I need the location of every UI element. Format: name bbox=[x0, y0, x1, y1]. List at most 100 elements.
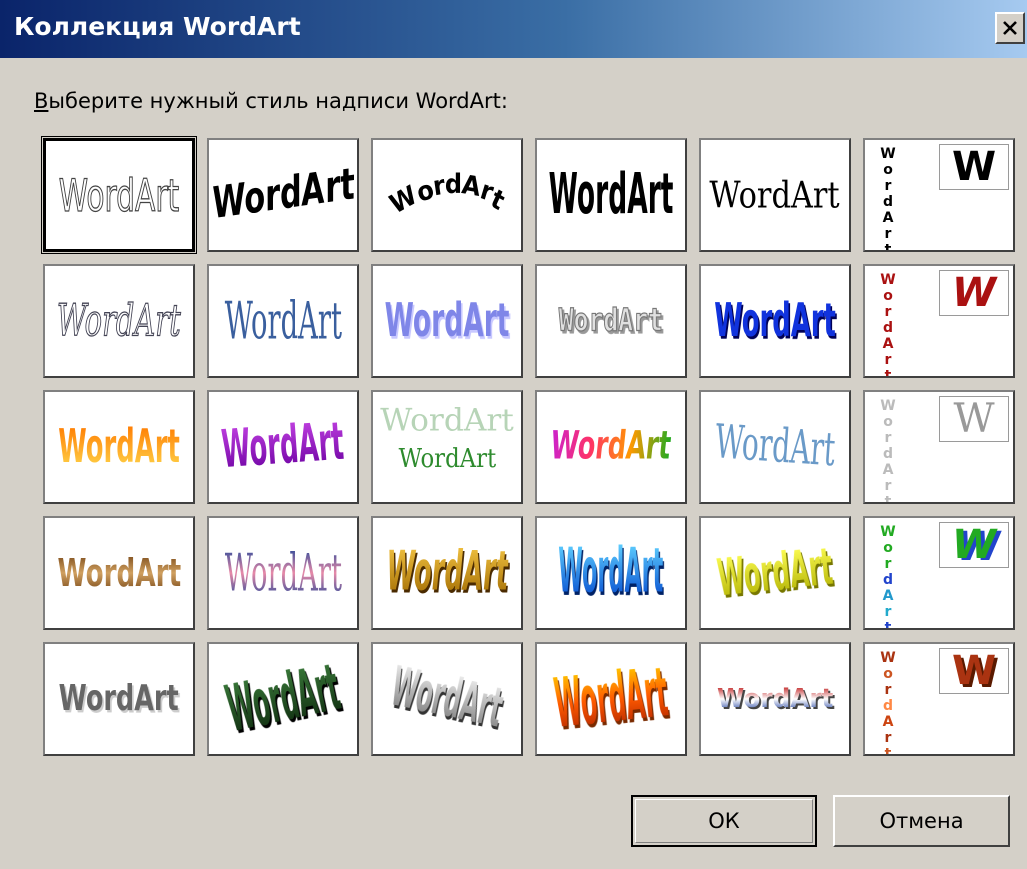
ok-button-label: ОК bbox=[708, 809, 740, 833]
wordart-tile: WordArt bbox=[535, 516, 687, 630]
wordart-sample: WordArt bbox=[537, 167, 685, 223]
wordart-style-cyan-blue-wave[interactable]: WordArt bbox=[530, 511, 694, 637]
wordart-sample: WordArt bbox=[385, 169, 510, 220]
wordart-style-vertical-red[interactable]: WordArt W bbox=[858, 259, 1022, 385]
wordart-text: WordArt bbox=[57, 295, 182, 347]
wordart-style-arch-up-black[interactable]: WordArt bbox=[202, 133, 366, 259]
wordart-tile: WordArt bbox=[371, 642, 523, 756]
w-preview: W bbox=[939, 396, 1009, 442]
wordart-style-italic-outline-gray[interactable]: WordArt bbox=[38, 259, 202, 385]
wordart-style-blue-navy[interactable]: WordArt bbox=[694, 259, 858, 385]
wordart-text: WordArt bbox=[386, 541, 508, 603]
wordart-tile: WordArtW bbox=[863, 390, 1015, 504]
wordart-sample: WordArt bbox=[537, 654, 685, 744]
wordart-style-rainbow-perspective[interactable]: WordArt bbox=[530, 385, 694, 511]
wordart-style-serif-slant-black[interactable]: WordArt bbox=[694, 133, 858, 259]
wordart-style-tall-black[interactable]: WordArt bbox=[530, 133, 694, 259]
vertical-letter: o bbox=[883, 540, 893, 556]
vertical-wordart: WordArt bbox=[879, 524, 897, 630]
wordart-style-light-blue-serif[interactable]: WordArt bbox=[694, 385, 858, 511]
wordart-text: WordArt bbox=[208, 160, 358, 229]
wordart-tile: WordArt bbox=[699, 138, 851, 252]
vertical-wordart: WordArt bbox=[879, 272, 897, 378]
wordart-text: WordArt bbox=[558, 303, 664, 339]
wordart-tile: WordArt bbox=[207, 390, 359, 504]
wordart-sample: WordArt bbox=[46, 298, 192, 344]
wordart-sample: WordArt bbox=[45, 424, 193, 470]
wordart-tile: WordArt bbox=[43, 390, 195, 504]
wordart-sample: WordArt bbox=[209, 412, 357, 480]
wordart-style-gold-3d[interactable]: WordArt bbox=[366, 511, 530, 637]
vertical-letter: r bbox=[884, 556, 892, 572]
vertical-wordart: WordArt bbox=[879, 398, 897, 502]
wordart-style-orange-fire-3d[interactable]: WordArt bbox=[530, 637, 694, 763]
wordart-tile: WordArt bbox=[43, 516, 195, 630]
wordart-style-red-white-blue[interactable]: WordArt bbox=[694, 637, 858, 763]
vertical-letter: t bbox=[884, 620, 892, 630]
w-preview: W bbox=[939, 270, 1009, 316]
wordart-style-orange-gradient[interactable]: WordArt bbox=[38, 385, 202, 511]
title-bar[interactable]: Коллекция WordArt bbox=[0, 0, 1027, 58]
wordart-style-dark-green-3d[interactable]: WordArt bbox=[202, 637, 366, 763]
vertical-letter: A bbox=[882, 210, 894, 226]
wordart-style-bold-lavender[interactable]: WordArt bbox=[366, 259, 530, 385]
wordart-text: WordArt bbox=[713, 415, 837, 478]
wordart-style-brown-wood[interactable]: WordArt bbox=[38, 511, 202, 637]
wordart-sample: WordArt bbox=[714, 686, 836, 712]
wordart-tile: WordArt bbox=[535, 390, 687, 504]
wordart-tile: WordArt bbox=[371, 264, 523, 378]
wordart-style-vertical-black[interactable]: WordArtW bbox=[858, 133, 1022, 259]
vertical-letter: o bbox=[883, 288, 893, 304]
wordart-tile: WordArt bbox=[699, 390, 851, 504]
wordart-style-arch-black[interactable]: WordArt bbox=[366, 133, 530, 259]
prompt-text: ыберите нужный стиль надписи WordArt: bbox=[48, 89, 508, 113]
vertical-letter: W bbox=[880, 524, 896, 540]
wordart-style-silver-3d-slant[interactable]: WordArt bbox=[366, 637, 530, 763]
wordart-text: WordArt bbox=[220, 651, 346, 747]
ok-button[interactable]: ОК bbox=[631, 795, 817, 847]
wordart-style-green-reflection[interactable]: WordArt WordArt bbox=[366, 385, 530, 511]
vertical-letter: o bbox=[883, 414, 893, 430]
wordart-sample: WordArt bbox=[556, 303, 666, 339]
wordart-tile: WordArtW bbox=[863, 642, 1015, 756]
wordart-style-outline-gray[interactable]: WordArt bbox=[38, 133, 202, 259]
wordart-style-vertical-brown-red[interactable]: WordArtW bbox=[858, 637, 1022, 763]
wordart-style-gray-shadow[interactable]: WordArt bbox=[38, 637, 202, 763]
wordart-style-vertical-silver[interactable]: WordArtW bbox=[858, 385, 1022, 511]
vertical-letter: W bbox=[880, 398, 896, 414]
wordart-style-pink-blue-serif[interactable]: WordArt bbox=[202, 511, 366, 637]
wordart-style-silver-outline[interactable]: WordArt bbox=[530, 259, 694, 385]
wordart-tile: WordArt bbox=[207, 642, 359, 756]
wordart-sample: WordArt bbox=[373, 657, 521, 740]
wordart-sample: WordArt bbox=[52, 172, 186, 218]
wordart-text: WordArt bbox=[709, 173, 841, 217]
wordart-sample: WordArt bbox=[209, 160, 357, 229]
vertical-letter: d bbox=[882, 698, 894, 714]
close-icon bbox=[1003, 21, 1017, 35]
vertical-letter: t bbox=[884, 746, 892, 756]
wordart-text: WordArt bbox=[714, 294, 836, 348]
wordart-gallery-dialog: Коллекция WordArt Выберите нужный стиль … bbox=[0, 0, 1027, 869]
wordart-sample: WordArt bbox=[706, 173, 843, 217]
wordart-style-yellow-wave[interactable]: WordArt bbox=[694, 511, 858, 637]
vertical-wordart: WordArt bbox=[879, 650, 897, 756]
wordart-style-serif-blue[interactable]: WordArt bbox=[202, 259, 366, 385]
vertical-letter: W bbox=[880, 650, 896, 666]
wordart-sample: WordArt bbox=[209, 651, 357, 746]
vertical-letter: A bbox=[882, 588, 894, 604]
wordart-tile: WordArt bbox=[43, 642, 195, 756]
wordart-style-vertical-green-blue[interactable]: WordArtW bbox=[858, 511, 1022, 637]
wordart-text: WordArt bbox=[548, 162, 674, 228]
wordart-sample: WordArt bbox=[48, 677, 189, 720]
vertical-letter: r bbox=[884, 682, 892, 698]
wordart-text: WordArt bbox=[58, 677, 180, 720]
cancel-button[interactable]: Отмена bbox=[833, 795, 1010, 847]
vertical-letter: r bbox=[884, 478, 892, 494]
vertical-letter: t bbox=[884, 368, 892, 378]
close-button[interactable] bbox=[995, 12, 1025, 44]
wordart-text: WordArt bbox=[550, 654, 672, 744]
gallery-prompt: Выберите нужный стиль надписи WordArt: bbox=[34, 89, 508, 113]
wordart-style-purple-arch[interactable]: WordArt bbox=[202, 385, 366, 511]
wordart-tile: WordArt bbox=[699, 264, 851, 378]
wordart-tile: WordArtW bbox=[863, 516, 1015, 630]
